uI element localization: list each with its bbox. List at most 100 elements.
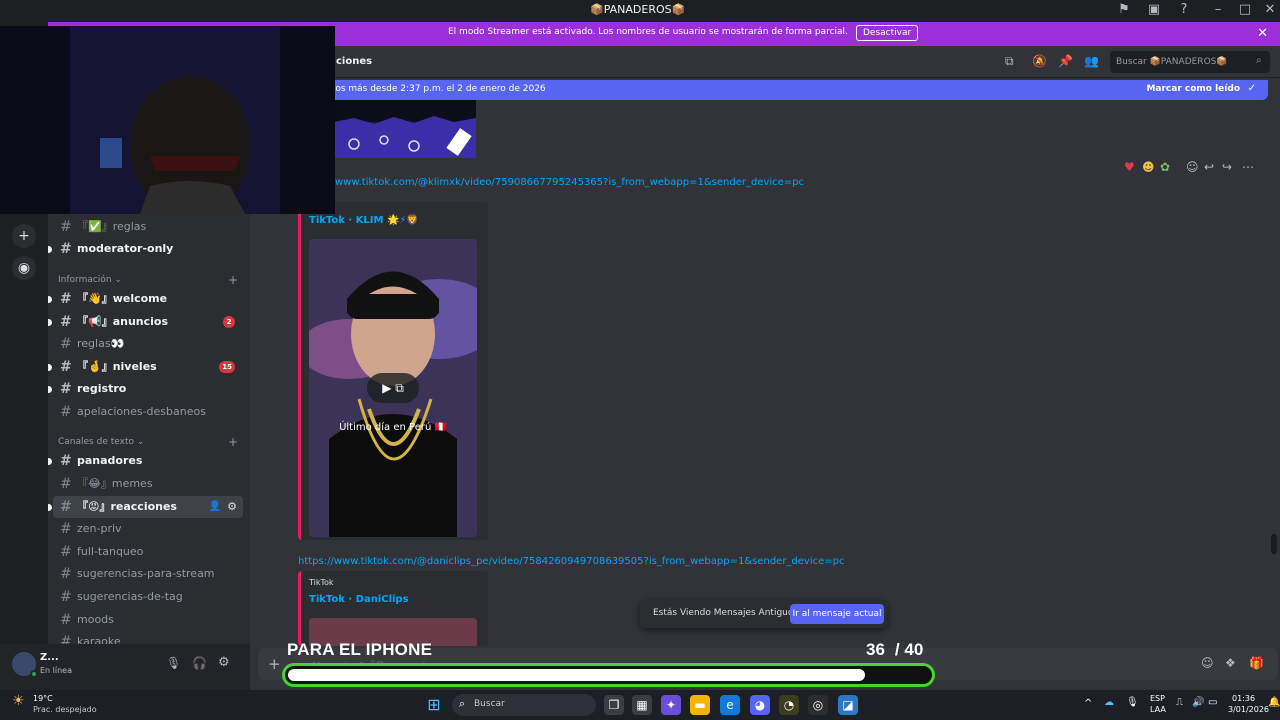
tiktok-link-2[interactable]: https://www.tiktok.com/@daniclips_pe/vid…: [298, 556, 845, 567]
add-server-icon[interactable]: +: [12, 224, 36, 248]
create-channel-icon[interactable]: +: [228, 435, 238, 449]
scrollbar-thumb[interactable]: [1271, 534, 1277, 554]
channel-item[interactable]: # full-tanqueo: [53, 541, 243, 563]
help-icon[interactable]: ?: [1176, 2, 1192, 18]
settings-icon[interactable]: ⚙: [218, 655, 230, 670]
window-icon[interactable]: ▣: [1146, 2, 1162, 18]
apps-icon[interactable]: ❖: [1225, 656, 1236, 670]
mark-read-button[interactable]: Marcar como leído: [1146, 84, 1240, 94]
channel-item[interactable]: # registro: [48, 378, 243, 400]
laugh-reaction-icon[interactable]: ☻: [1142, 160, 1155, 174]
unread-indicator: [48, 504, 52, 511]
channel-item[interactable]: # reglas👀: [53, 333, 243, 355]
create-channel-icon[interactable]: +: [228, 273, 238, 287]
channel-item[interactable]: # 『😡』reacciones 👤 ⚙: [48, 496, 243, 518]
taskbar-search[interactable]: ⌕ Buscar: [452, 694, 596, 716]
inbox-icon[interactable]: ⚑: [1116, 2, 1132, 18]
battery-icon[interactable]: ▭: [1208, 697, 1217, 708]
emoji-icon[interactable]: ☺: [1201, 656, 1214, 670]
volume-icon[interactable]: 🔊: [1192, 697, 1204, 708]
channel-item[interactable]: # sugerencias-de-tag: [53, 586, 243, 608]
network-icon[interactable]: ⎍: [1176, 697, 1183, 708]
obs-icon[interactable]: ◎: [808, 695, 828, 715]
tiktok-link-1[interactable]: www.tiktok.com/@klimxk/video/75908667795…: [335, 177, 804, 188]
app-icon-2[interactable]: ◪: [838, 695, 858, 715]
microphone-icon[interactable]: 🎙: [166, 656, 181, 670]
clock-date[interactable]: 3/01/2026: [1228, 705, 1269, 714]
notifications-tray-icon[interactable]: 🔔: [1268, 697, 1280, 708]
search-input[interactable]: Buscar 📦PANADEROS📦 ⌕: [1110, 51, 1270, 73]
taskbar-search-icon: ⌕: [459, 697, 466, 710]
headphones-icon[interactable]: 🎧: [192, 656, 207, 670]
channel-item[interactable]: # moods: [53, 609, 243, 631]
reply-icon[interactable]: ↩: [1204, 160, 1214, 174]
clock-time[interactable]: 01:36: [1232, 694, 1255, 703]
forward-icon[interactable]: ↪: [1222, 160, 1232, 174]
edge-icon[interactable]: e: [720, 695, 740, 715]
minimize-icon[interactable]: –: [1210, 2, 1226, 18]
channel-settings-icon[interactable]: ⚙: [227, 496, 237, 518]
channel-item[interactable]: # 『😂』memes: [53, 473, 243, 495]
copilot-icon[interactable]: ✦: [661, 695, 681, 715]
channel-item[interactable]: # zen-priv: [53, 518, 243, 540]
hash-icon: #: [60, 359, 72, 375]
category-text-channels[interactable]: Canales de texto ⌄ +: [58, 435, 238, 449]
embed-author-1[interactable]: TikTok · KLIM 🌟⚡🦁: [309, 215, 419, 226]
play-button[interactable]: ▶ ⧉: [367, 373, 419, 403]
onedrive-icon[interactable]: ☁: [1104, 697, 1114, 708]
username[interactable]: Z...: [40, 652, 59, 663]
attach-icon[interactable]: +: [268, 655, 281, 673]
channel-item[interactable]: # 『📢』anuncios 2: [48, 311, 243, 333]
language-code[interactable]: ESP: [1150, 694, 1165, 703]
mention-badge: 2: [223, 316, 235, 328]
category-info[interactable]: Información ⌄ +: [58, 273, 238, 287]
heart-reaction-icon[interactable]: ♥: [1124, 160, 1135, 174]
maximize-icon[interactable]: □: [1237, 2, 1253, 18]
channel-name: 『😂』memes: [77, 477, 153, 490]
category-text-channels-label: Canales de texto: [58, 437, 134, 447]
app-icon-1[interactable]: ◔: [779, 695, 799, 715]
deactivate-button[interactable]: Desactivar: [856, 25, 919, 41]
threads-icon[interactable]: ⧉: [1005, 54, 1014, 69]
discord-taskbar-icon[interactable]: ◕: [750, 695, 770, 715]
explore-icon[interactable]: ◉: [12, 256, 36, 280]
channel-item[interactable]: # 『🤞』niveles 15: [48, 356, 243, 378]
taskbar: ☀ 19°C Prac. despejado ⊞ ⌕ Buscar ❐ ▦ ✦ …: [0, 690, 1280, 720]
channel-item[interactable]: # 『👋』welcome: [48, 288, 243, 310]
file-explorer-icon[interactable]: ▬: [690, 695, 710, 715]
more-options-icon[interactable]: ⋯: [1242, 160, 1254, 174]
old-messages-notice: Estás Viendo Mensajes Antiguos Ir al men…: [640, 600, 887, 628]
channel-item[interactable]: # apelaciones-desbaneos: [53, 401, 243, 423]
members-icon[interactable]: 👥: [1084, 54, 1099, 68]
search-placeholder: Buscar 📦PANADEROS📦: [1116, 57, 1228, 67]
jump-to-present-button[interactable]: Ir al mensaje actual: [790, 604, 884, 624]
hash-icon: #: [60, 566, 72, 582]
add-reaction-icon[interactable]: ☺: [1186, 160, 1199, 174]
weather-icon[interactable]: ☀: [12, 693, 25, 709]
channel-item[interactable]: # sugerencias-para-stream: [53, 563, 243, 585]
custom-reaction-icon[interactable]: ✿: [1160, 160, 1170, 174]
unread-indicator: [48, 296, 52, 303]
new-messages-bar[interactable]: vos más desde 2:37 p.m. el 2 de enero de…: [290, 80, 1268, 100]
channel-item[interactable]: # 『✅』reglas: [53, 216, 243, 238]
notifications-icon[interactable]: 🔕: [1032, 54, 1047, 68]
tray-chevron-icon[interactable]: ^: [1084, 698, 1092, 709]
channel-item[interactable]: # moderator-only: [48, 238, 243, 260]
channel-item[interactable]: # karaoke: [53, 631, 243, 644]
invite-icon[interactable]: 👤: [209, 496, 221, 518]
windows-start-icon[interactable]: ⊞: [424, 695, 444, 715]
mic-tray-icon[interactable]: 🎙: [1126, 697, 1139, 708]
video-thumbnail[interactable]: ▶ ⧉ Último día en Perú 🇵🇪: [309, 239, 477, 537]
task-view-icon[interactable]: ❐: [604, 695, 624, 715]
store-icon[interactable]: ▦: [632, 695, 652, 715]
close-window-icon[interactable]: ✕: [1262, 2, 1278, 18]
previous-embed-image[interactable]: [334, 100, 476, 158]
taskbar-search-label: Buscar: [474, 699, 505, 709]
keyboard-layout[interactable]: LAA: [1150, 705, 1166, 714]
pin-icon[interactable]: 📌: [1058, 54, 1073, 68]
gift-icon[interactable]: 🎁: [1249, 656, 1264, 670]
unread-indicator: [48, 386, 52, 393]
channel-item[interactable]: # panadores: [48, 450, 243, 472]
embed-author-2[interactable]: TikTok · DaniClips: [309, 594, 409, 605]
close-icon[interactable]: ✕: [1257, 26, 1268, 41]
